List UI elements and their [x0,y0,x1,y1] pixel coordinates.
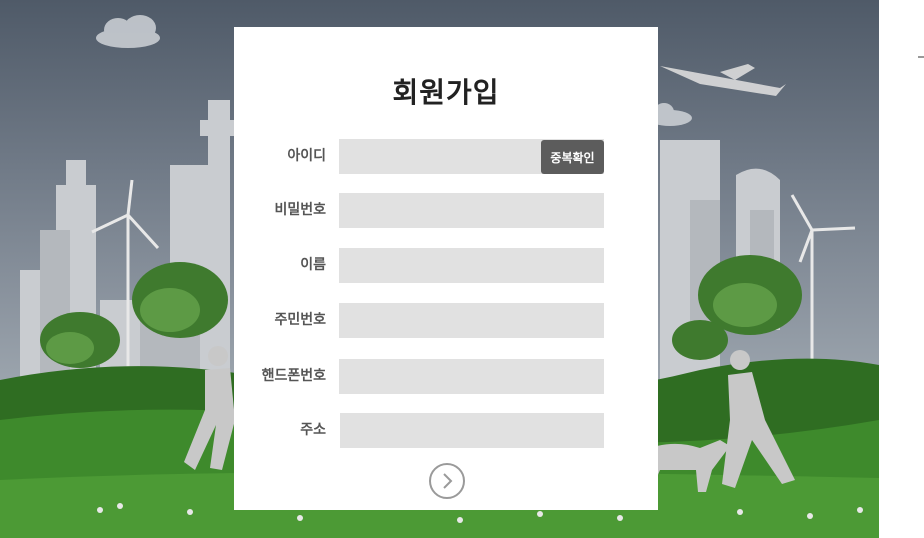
page-title: 회원가입 [392,76,500,109]
signup-form-card: 회원가입 아이디 중복확인 비밀번호 이름 주민번호 핸드폰번호 주소 [234,27,658,510]
name-input[interactable] [339,248,604,283]
duplicate-check-button[interactable]: 중복확인 [541,140,604,174]
address-row: 주소 [234,413,658,448]
phone-input[interactable] [339,359,604,394]
phone-row: 핸드폰번호 [234,359,658,394]
resident-number-label: 주민번호 [274,312,326,328]
next-button[interactable] [429,463,465,499]
password-input[interactable] [339,193,604,228]
edge-mark [918,56,924,58]
password-row: 비밀번호 [234,193,658,228]
resident-number-input[interactable] [339,303,604,338]
address-label: 주소 [300,422,326,438]
id-label: 아이디 [287,148,326,164]
phone-label: 핸드폰번호 [261,368,326,384]
name-row: 이름 [234,248,658,283]
resident-number-row: 주민번호 [234,303,658,338]
password-label: 비밀번호 [274,202,326,218]
address-input[interactable] [340,413,604,448]
name-label: 이름 [300,257,326,273]
id-row: 아이디 중복확인 [234,139,658,174]
chevron-right-icon [443,473,453,489]
